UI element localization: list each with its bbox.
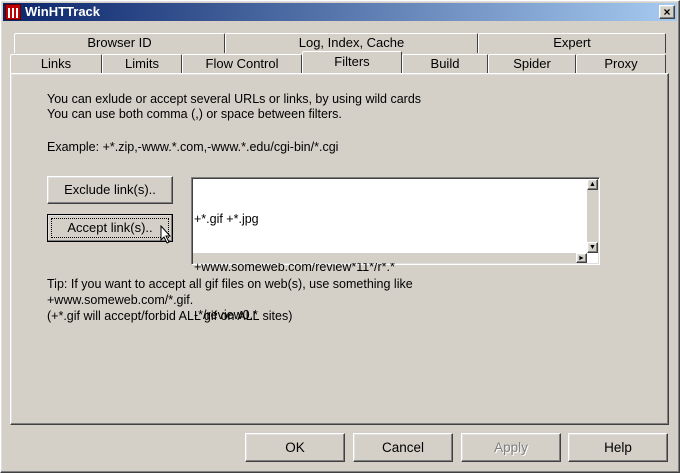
mouse-cursor-icon: [160, 225, 172, 244]
tab-label: Limits: [125, 56, 159, 71]
exclude-links-button[interactable]: Exclude link(s)..: [47, 176, 173, 204]
tab-flow-control[interactable]: Flow Control: [182, 54, 302, 74]
scroll-up-icon[interactable]: ▲: [587, 179, 598, 190]
tab-expert[interactable]: Expert: [478, 33, 666, 53]
intro-text-line2: You can use both comma (,) or space betw…: [47, 107, 342, 121]
tab-limits[interactable]: Limits: [102, 54, 182, 74]
cancel-button[interactable]: Cancel: [353, 433, 453, 462]
title-bar[interactable]: WinHTTrack ×: [3, 3, 677, 21]
help-label: Help: [604, 440, 632, 455]
close-icon: ×: [663, 5, 671, 19]
tip-line1: Tip: If you want to accept all gif files…: [47, 277, 413, 291]
tab-build[interactable]: Build: [402, 54, 488, 74]
help-button[interactable]: Help: [568, 433, 668, 462]
accept-links-button[interactable]: Accept link(s)..: [47, 214, 173, 244]
tab-label: Spider: [513, 56, 551, 71]
tab-log-index-cache[interactable]: Log, Index, Cache: [225, 33, 478, 53]
tab-proxy[interactable]: Proxy: [576, 54, 666, 74]
apply-button: Apply: [461, 433, 561, 462]
scroll-right-icon[interactable]: ►: [576, 253, 587, 263]
ok-label: OK: [285, 440, 305, 455]
apply-label: Apply: [494, 440, 528, 455]
tab-label: Flow Control: [205, 56, 279, 71]
scroll-down-icon[interactable]: ▼: [587, 242, 598, 253]
ok-button[interactable]: OK: [245, 433, 345, 462]
exclude-links-label: Exclude link(s)..: [64, 182, 156, 197]
horizontal-scrollbar[interactable]: [193, 253, 587, 263]
example-text: Example: +*.zip,-www.*.com,-www.*.edu/cg…: [47, 140, 339, 154]
intro-text-line1: You can exlude or accept several URLs or…: [47, 92, 422, 106]
tab-label: Links: [40, 56, 72, 71]
tab-links[interactable]: Links: [10, 54, 102, 74]
cancel-label: Cancel: [381, 440, 425, 455]
tab-filters[interactable]: Filters: [302, 51, 402, 73]
tab-browser-id[interactable]: Browser ID: [14, 33, 225, 53]
filter-line: +*.gif +*.jpg: [194, 212, 259, 226]
tab-label: Proxy: [604, 56, 638, 71]
focus-rect: [51, 218, 169, 238]
tab-label: Browser ID: [87, 35, 152, 50]
tab-spider[interactable]: Spider: [488, 54, 576, 74]
tab-label: Expert: [553, 35, 591, 50]
close-button[interactable]: ×: [659, 5, 675, 19]
window-title: WinHTTrack: [25, 4, 101, 19]
tab-label: Filters: [334, 54, 370, 69]
tab-label: Build: [430, 56, 460, 71]
tip-line2: +www.someweb.com/*.gif.: [47, 293, 194, 307]
tip-line3: (+*.gif will accept/forbid ALL gif on AL…: [47, 309, 293, 323]
tab-label: Log, Index, Cache: [298, 35, 405, 50]
app-icon: [5, 4, 21, 20]
